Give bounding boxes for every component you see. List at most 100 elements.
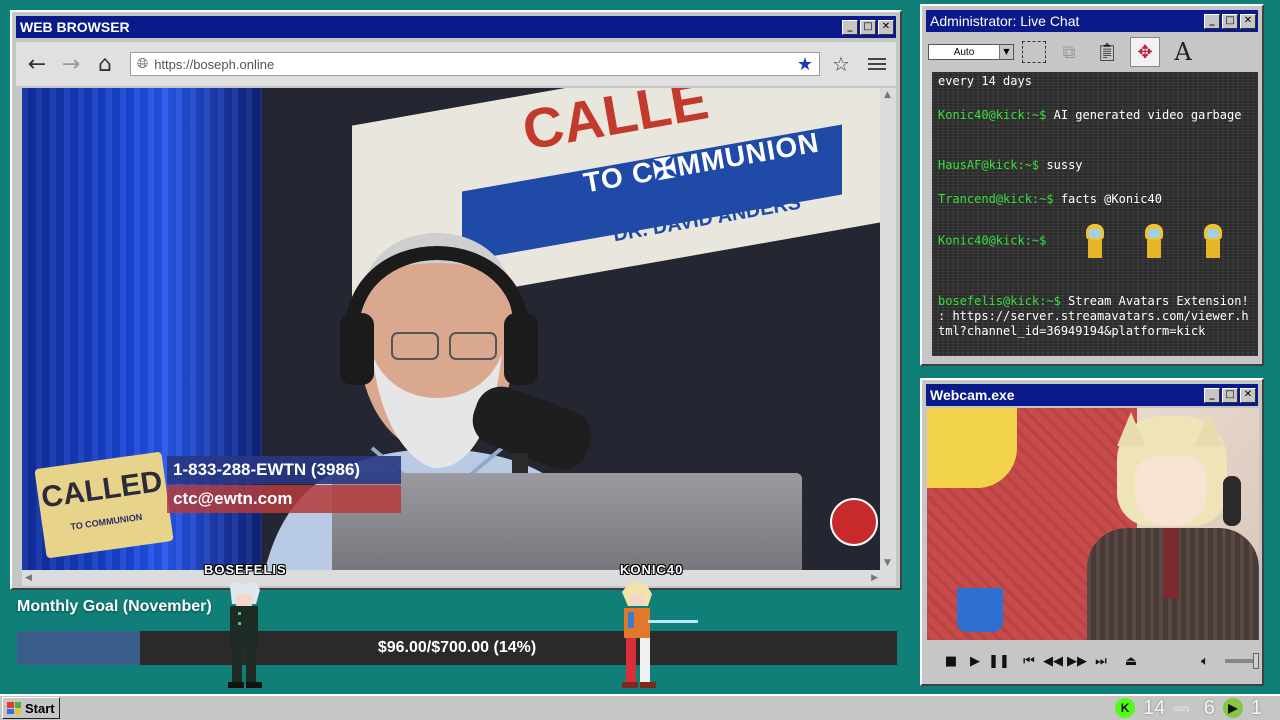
font-size-value: Auto (953, 46, 975, 58)
font-size-select[interactable]: Auto ▼ (928, 44, 1014, 60)
goal-title: Monthly Goal (November) (17, 598, 212, 615)
chat-username[interactable]: bosefelis@kick:~$ (938, 294, 1061, 308)
taskbar: Start K 14 cozy 6 ▶ 1 (0, 694, 1280, 720)
webcam-view (927, 408, 1259, 640)
eject-icon[interactable]: ⏏ (1119, 654, 1143, 669)
kick-viewer-count: 14 (1143, 696, 1166, 719)
rewind-icon[interactable]: ◀◀ (1041, 654, 1065, 669)
browser-window: WEB BROWSER _ □ ✕ ← → ⌂ 🌐︎ https://bosep… (10, 10, 902, 590)
copy-icon[interactable]: ⧉ (1054, 37, 1084, 67)
paste-icon[interactable]: 📋︎ (1092, 37, 1122, 67)
email-lower-third: ctc@ewtn.com (167, 485, 401, 513)
chat-message: HausAF@kick:~$ sussy (938, 158, 1252, 173)
skip-forward-icon[interactable]: ⏭︎ (1089, 654, 1113, 669)
chat-message: every 14 days (938, 74, 1252, 89)
back-arrow-icon[interactable]: ← (24, 51, 50, 77)
webcam-window: Webcam.exe _ □ ✕ ■ ▶ ❚❚ ⏮︎ ◀◀ ▶▶ ⏭︎ ⏏ 🔈︎ (920, 378, 1264, 686)
cozy-label: cozy (1173, 703, 1190, 713)
rumble-icon[interactable]: ▶ (1222, 698, 1243, 718)
avatar-emote-icon (1143, 224, 1165, 258)
chat-message: bosefelis@kick:~$ Stream Avatars Extensi… (938, 294, 1252, 339)
avatar-name: KONIC40 (620, 562, 684, 577)
play-icon[interactable]: ▶ (963, 654, 987, 669)
select-icon[interactable] (1022, 41, 1046, 63)
pillow (927, 408, 1017, 488)
chat-text: sussy (1046, 158, 1083, 172)
chat-username[interactable]: Trancend@kick:~$ (938, 192, 1054, 206)
home-icon[interactable]: ⌂ (92, 51, 118, 77)
close-button[interactable]: ✕ (878, 19, 894, 35)
skip-back-icon[interactable]: ⏮︎ (1017, 654, 1041, 669)
scroll-down-icon[interactable]: ▼ (884, 558, 891, 568)
avatar-emote-icon (1084, 224, 1106, 258)
start-label: Start (25, 700, 55, 716)
horizontal-scrollbar[interactable]: ◀ ▶ (22, 570, 896, 586)
fast-forward-icon[interactable]: ▶▶ (1065, 654, 1089, 669)
browser-title: WEB BROWSER (20, 19, 130, 35)
chat-log[interactable]: every 14 days Konic40@kick:~$ AI generat… (932, 72, 1258, 356)
scroll-up-icon[interactable]: ▲ (884, 90, 891, 100)
system-tray: K 14 cozy 6 ▶ 1 (1115, 696, 1270, 720)
webcam-titlebar[interactable]: Webcam.exe _ □ ✕ (926, 384, 1258, 406)
windows-logo-icon (7, 702, 21, 714)
avatar-sprite[interactable] (216, 582, 272, 692)
chat-message: Konic40@kick:~$ (938, 224, 1252, 258)
show-logo: CALLED TO COMMUNION (34, 451, 174, 559)
globe-icon: 🌐︎ (137, 56, 149, 72)
goal-amount: $96.00/$700.00 (14%) (377, 639, 537, 656)
url-text[interactable]: https://boseph.online (154, 57, 797, 72)
chevron-down-icon[interactable]: ▼ (999, 45, 1013, 59)
ewtn-logo-icon (830, 498, 878, 546)
chat-text: every 14 days (938, 74, 1032, 88)
chat-message: Konic40@kick:~$ AI generated video garba… (938, 108, 1252, 123)
chat-username[interactable]: Konic40@kick:~$ (938, 234, 1046, 248)
video-player[interactable]: CALLE TO C✠MMUNION DR. DAVID ANDERS CALL… (22, 88, 880, 570)
chat-username[interactable]: Konic40@kick:~$ (938, 108, 1046, 122)
mug (957, 588, 1003, 632)
favorites-star-icon[interactable]: ☆ (832, 52, 850, 76)
cozy-viewer-count: 6 (1203, 696, 1215, 719)
rumble-viewer-count: 1 (1250, 696, 1262, 719)
browser-titlebar[interactable]: WEB BROWSER _ □ ✕ (16, 16, 896, 38)
webcam-title: Webcam.exe (930, 387, 1015, 403)
media-controls: ■ ▶ ❚❚ ⏮︎ ◀◀ ▶▶ ⏭︎ ⏏ 🔈︎ (927, 646, 1259, 676)
vertical-scrollbar[interactable]: ▲ ▼ (880, 88, 896, 570)
chat-title: Administrator: Live Chat (930, 13, 1080, 29)
avatar-sprite[interactable] (610, 582, 700, 692)
maximize-button[interactable]: □ (860, 19, 876, 35)
stop-icon[interactable]: ■ (939, 654, 963, 669)
laptop (332, 473, 802, 570)
minimize-button[interactable]: _ (842, 19, 858, 35)
volume-icon[interactable]: 🔈︎ (1193, 654, 1217, 669)
minimize-button[interactable]: _ (1204, 13, 1220, 29)
close-button[interactable]: ✕ (1240, 13, 1256, 29)
forward-arrow-icon[interactable]: → (58, 51, 84, 77)
font-icon[interactable]: A (1168, 37, 1198, 67)
scroll-left-icon[interactable]: ◀ (25, 573, 32, 583)
phone-lower-third: 1-833-288-EWTN (3986) (167, 456, 401, 484)
logo-text: CALLED (39, 464, 165, 515)
address-bar[interactable]: 🌐︎ https://boseph.online ★ (130, 52, 820, 76)
goal-progress-bar: $96.00/$700.00 (14%) (17, 631, 897, 665)
minimize-button[interactable]: _ (1204, 387, 1220, 403)
chat-text: AI generated video garbage (1053, 108, 1242, 122)
kick-icon[interactable]: K (1115, 698, 1136, 718)
start-button[interactable]: Start (2, 697, 60, 719)
pause-icon[interactable]: ❚❚ (987, 654, 1011, 669)
maximize-button[interactable]: □ (1222, 13, 1238, 29)
chat-toolbar: Auto ▼ ⧉ 📋︎ ✥ A (926, 34, 1258, 70)
bookmark-star-icon[interactable]: ★ (797, 54, 813, 75)
move-icon[interactable]: ✥ (1130, 37, 1160, 67)
vtuber-avatar (1077, 412, 1259, 640)
chat-text: facts @Konic40 (1060, 192, 1162, 206)
maximize-button[interactable]: □ (1222, 387, 1238, 403)
scroll-right-icon[interactable]: ▶ (871, 573, 878, 583)
volume-slider[interactable] (1225, 653, 1259, 669)
avatar-name: BOSEFELIS (204, 562, 287, 577)
chat-titlebar[interactable]: Administrator: Live Chat _ □ ✕ (926, 10, 1258, 32)
close-button[interactable]: ✕ (1240, 387, 1256, 403)
chat-username[interactable]: HausAF@kick:~$ (938, 158, 1039, 172)
menu-icon[interactable] (867, 55, 886, 73)
chat-message: Trancend@kick:~$ facts @Konic40 (938, 192, 1252, 207)
avatar-emote-icon (1202, 224, 1224, 258)
